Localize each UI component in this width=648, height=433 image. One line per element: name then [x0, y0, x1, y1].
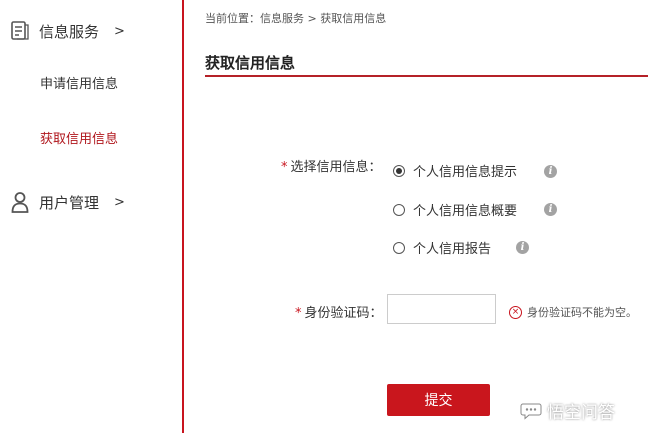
- chevron-right-icon: >: [114, 194, 125, 210]
- credit-info-field-label: * 选择信用信息：: [281, 156, 382, 175]
- document-icon: [11, 21, 29, 40]
- id-code-field-label: * 身份验证码：: [295, 302, 383, 321]
- sidebar-divider: [182, 0, 184, 433]
- user-icon: [11, 192, 29, 213]
- radio-option-label: 个人信用信息提示: [413, 165, 518, 180]
- watermark: 悟空问答: [520, 398, 615, 423]
- chat-bubble-icon: [520, 403, 542, 420]
- submit-button[interactable]: 提交: [387, 384, 490, 416]
- nav-section-label: 用户管理: [39, 193, 100, 212]
- radio-option-credit-hint[interactable]: 个人信用信息提示: [393, 161, 517, 180]
- title-divider: [205, 75, 648, 77]
- watermark-text: 悟空问答: [547, 403, 615, 423]
- required-mark: *: [281, 160, 288, 175]
- id-code-input[interactable]: [387, 294, 496, 324]
- error-text: 身份验证码不能为空。: [527, 306, 637, 319]
- sidebar-item-get-credit-info[interactable]: 获取信用信息: [40, 128, 118, 147]
- sidebar: 信息服务 > 申请信用信息 获取信用信息 用户管理 >: [0, 0, 182, 433]
- radio-button[interactable]: [393, 164, 405, 177]
- credit-info-label-text: 选择信用信息：: [290, 160, 382, 175]
- info-icon[interactable]: i: [516, 241, 529, 254]
- radio-button[interactable]: [393, 203, 405, 216]
- info-icon[interactable]: i: [544, 165, 557, 178]
- info-icon[interactable]: i: [544, 203, 557, 216]
- chevron-right-icon: >: [114, 23, 125, 39]
- radio-option-label: 个人信用信息概要: [413, 204, 518, 219]
- nav-section-info-services[interactable]: 信息服务 >: [10, 19, 125, 43]
- nav-section-label: 信息服务: [39, 22, 100, 41]
- breadcrumb: 当前位置：信息服务 > 获取信用信息: [205, 12, 387, 25]
- id-code-error: × 身份验证码不能为空。: [509, 304, 637, 320]
- radio-option-label: 个人信用报告: [413, 242, 492, 257]
- sidebar-item-apply-credit-info[interactable]: 申请信用信息: [40, 73, 118, 92]
- nav-section-user-management[interactable]: 用户管理 >: [10, 190, 125, 214]
- error-icon: ×: [509, 305, 522, 319]
- id-code-label-text: 身份验证码：: [304, 306, 383, 321]
- required-mark: *: [295, 306, 302, 321]
- radio-button[interactable]: [393, 241, 405, 254]
- radio-option-credit-report[interactable]: 个人信用报告: [393, 238, 491, 257]
- radio-option-credit-summary[interactable]: 个人信用信息概要: [393, 200, 517, 219]
- page-title: 获取信用信息: [205, 54, 296, 72]
